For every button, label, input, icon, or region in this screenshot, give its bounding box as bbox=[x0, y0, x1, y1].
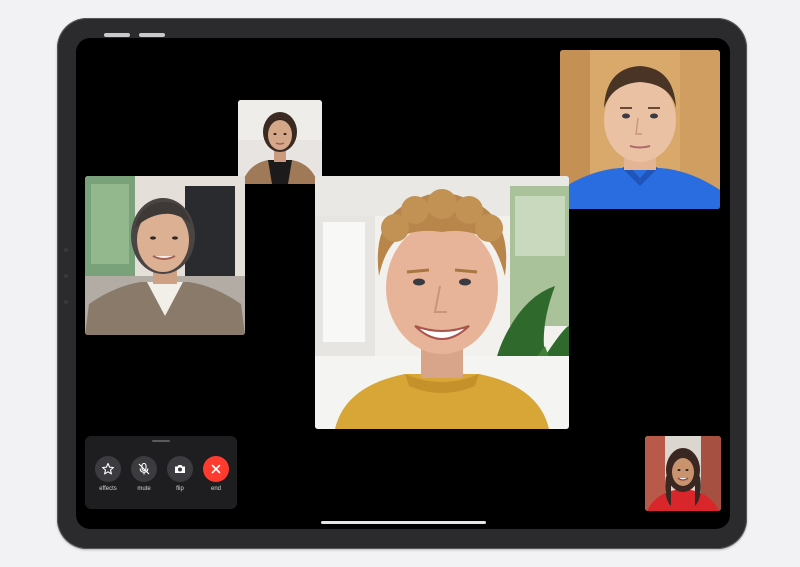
end-call-button-circle[interactable] bbox=[203, 456, 229, 482]
mute-button[interactable]: mute bbox=[129, 456, 159, 493]
self-view-tile[interactable] bbox=[645, 436, 721, 511]
flip-label: flip bbox=[176, 486, 184, 492]
close-icon bbox=[211, 464, 221, 474]
participant-tile-woman-dark-hair[interactable] bbox=[238, 100, 322, 184]
participant-video bbox=[85, 176, 245, 335]
participant-tile-curly-haired-man[interactable] bbox=[315, 176, 569, 429]
participant-video bbox=[315, 176, 569, 429]
camera-dot bbox=[64, 300, 68, 304]
mute-label: mute bbox=[137, 486, 151, 492]
camera-dot bbox=[64, 248, 68, 252]
camera-flip-icon bbox=[175, 465, 185, 473]
participant-tile-older-woman[interactable] bbox=[85, 176, 245, 335]
call-controls-panel: effects mute flip end bbox=[85, 436, 237, 509]
participant-tile-young-man[interactable] bbox=[560, 50, 720, 209]
end-label: end bbox=[210, 486, 221, 492]
participant-video bbox=[560, 50, 720, 209]
star-icon bbox=[101, 462, 115, 475]
end-call-button[interactable]: end bbox=[201, 456, 231, 493]
facetime-call-screen: effects mute flip end bbox=[76, 38, 730, 529]
participant-video bbox=[238, 100, 322, 184]
effects-button-circle[interactable] bbox=[95, 456, 121, 482]
microphone-slash-icon bbox=[138, 462, 150, 475]
volume-button bbox=[104, 33, 130, 37]
flip-button[interactable]: flip bbox=[165, 456, 195, 493]
volume-button bbox=[139, 33, 165, 37]
flip-button-circle[interactable] bbox=[167, 456, 193, 482]
camera-dot bbox=[64, 274, 68, 278]
mute-button-circle[interactable] bbox=[131, 456, 157, 482]
effects-button[interactable]: effects bbox=[93, 456, 123, 493]
effects-label: effects bbox=[99, 486, 117, 492]
home-indicator[interactable] bbox=[321, 521, 486, 524]
self-view-video bbox=[645, 436, 721, 511]
drag-handle[interactable] bbox=[152, 440, 170, 442]
